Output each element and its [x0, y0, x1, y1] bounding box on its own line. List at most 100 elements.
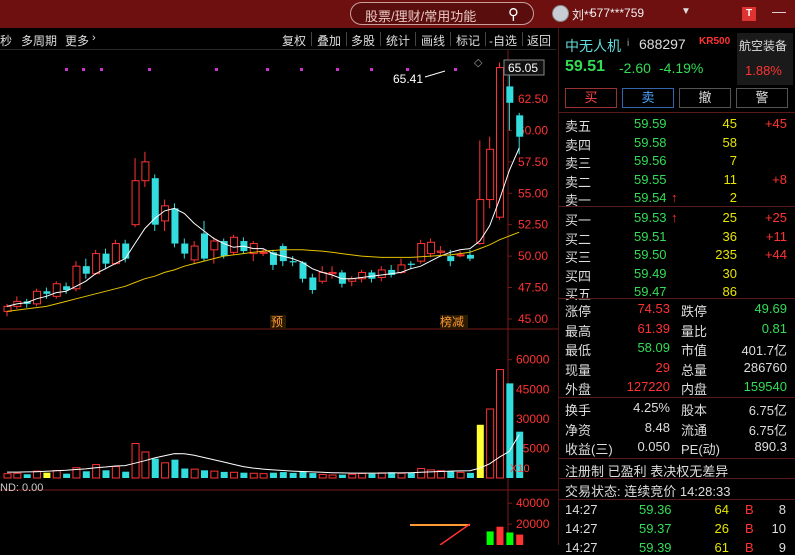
- volume-unit-label: X10: [510, 463, 530, 475]
- toolbar-remove-watchlist[interactable]: -自选: [489, 32, 517, 49]
- info-icon[interactable]: i: [627, 38, 629, 49]
- diamond-icon[interactable]: ◇: [474, 57, 483, 69]
- volume-bar: [289, 472, 297, 478]
- quote-value: 58.09: [637, 340, 670, 355]
- toolbar-stats[interactable]: 统计: [386, 32, 410, 49]
- volume-bar: [486, 408, 495, 479]
- candle-body: [111, 243, 120, 265]
- search-box[interactable]: 股票/理财/常用功能 ⚲: [350, 2, 534, 25]
- kr-badge[interactable]: KR500: [699, 36, 730, 47]
- candle-body: [141, 161, 150, 182]
- stat-label: 换手: [565, 403, 592, 418]
- volume-bar: [13, 472, 22, 479]
- tick-price: 59.36: [639, 502, 672, 517]
- volume-bar: [309, 473, 317, 478]
- quote-label: 涨停: [565, 304, 592, 319]
- candle-body: [52, 283, 61, 297]
- volume-bar: [141, 451, 150, 479]
- volume-bar: [23, 474, 31, 478]
- quote-value: 0.81: [761, 320, 787, 336]
- toolbar-more[interactable]: 更多: [65, 32, 89, 49]
- bid-change: +44: [764, 247, 787, 262]
- stat-value: 890.3: [754, 439, 787, 454]
- candle-body: [506, 86, 514, 103]
- sector-name: 航空装备: [739, 39, 788, 53]
- ask-price: 59.58: [634, 134, 667, 150]
- candle-body: [161, 205, 170, 222]
- toolbar-multi-stock[interactable]: 多股: [351, 32, 375, 49]
- trade-t-icon[interactable]: T: [742, 7, 756, 21]
- stock-name[interactable]: 中无人机: [565, 36, 621, 56]
- ask-label: 卖二: [565, 174, 592, 190]
- signal-dot: [406, 68, 409, 71]
- toolbar-overlay[interactable]: 叠加: [317, 32, 341, 49]
- tick-count: 9: [778, 540, 786, 555]
- volume-bar: [63, 473, 71, 478]
- bid-volume: 36: [722, 228, 737, 244]
- toolbar-mark[interactable]: 标记: [456, 32, 480, 49]
- candle-body: [436, 250, 445, 253]
- more-arrow-icon[interactable]: ›: [92, 32, 96, 44]
- search-input[interactable]: 股票/理财/常用功能: [365, 6, 476, 25]
- bid-volume: 86: [722, 284, 737, 299]
- signal-dot: [370, 68, 373, 71]
- bid-change: +25: [764, 210, 787, 225]
- volume-bar: [181, 468, 189, 478]
- tick-count: 10: [771, 521, 786, 536]
- volume-bar: [52, 470, 61, 479]
- volume-bar: [299, 471, 307, 478]
- candle-body: [516, 115, 524, 137]
- quote-label: 总量: [681, 362, 708, 378]
- quote-label: 内盘: [681, 382, 708, 397]
- candle-body: [309, 277, 317, 291]
- volume-bar: [92, 464, 101, 479]
- volume-bar: [368, 473, 376, 478]
- ask-volume: 2: [729, 190, 737, 205]
- volume-bar: [476, 424, 484, 478]
- tick-side: B: [745, 502, 754, 517]
- toolbar-back[interactable]: 返回: [527, 32, 551, 49]
- up-arrow-icon: ↑: [671, 210, 678, 225]
- bid-label: 买一: [565, 213, 592, 228]
- toolbar-fuquan[interactable]: 复权: [282, 32, 306, 49]
- volume-tick-label: 30000: [516, 412, 550, 426]
- sell-button[interactable]: 卖: [622, 88, 674, 108]
- buy-button[interactable]: 买: [565, 88, 617, 108]
- account-number[interactable]: 577***759: [590, 6, 644, 20]
- toolbar-multi-period[interactable]: 多周期: [21, 32, 57, 49]
- cancel-order-button[interactable]: 撤: [679, 88, 731, 108]
- candle-body: [131, 180, 140, 226]
- last-price: 59.51: [565, 58, 606, 75]
- bid-label: 买二: [565, 231, 592, 247]
- toolbar-seconds[interactable]: 秒: [0, 32, 12, 49]
- volume-bar: [496, 369, 504, 479]
- volume-tick-label: 45000: [516, 382, 550, 396]
- candle-body: [102, 253, 110, 264]
- quote-label: 现量: [565, 362, 592, 378]
- quote-value: 286760: [743, 359, 787, 375]
- bid-price: 59.47: [634, 284, 667, 299]
- search-icon[interactable]: ⚲: [508, 5, 519, 23]
- quote-label: 量比: [681, 323, 708, 339]
- toolbar-draw[interactable]: 画线: [421, 32, 445, 49]
- price-tick-label: 52.50: [518, 218, 548, 232]
- minimize-icon[interactable]: —: [772, 3, 786, 19]
- quote-panel: 中无人机 i 688297 KR500 航空装备 1.88% 59.51 -2.…: [558, 28, 795, 555]
- volume-bar: [82, 471, 90, 478]
- price-tick-label: 57.50: [518, 155, 548, 169]
- tick-volume: 64: [714, 502, 729, 517]
- volume-bar: [269, 472, 277, 478]
- price-tick-label: 50.00: [518, 249, 548, 263]
- candle-body: [407, 263, 415, 265]
- stat-value: 6.75亿: [748, 403, 787, 418]
- alert-button[interactable]: 警: [736, 88, 788, 108]
- kline-chart[interactable]: 62.5060.0057.5055.0052.5050.0047.5045.00…: [0, 50, 558, 545]
- price-tick-label: 47.50: [518, 281, 548, 295]
- volume-bar: [456, 471, 465, 479]
- chevron-down-icon[interactable]: ▼: [681, 6, 691, 17]
- volume-bar: [210, 470, 219, 479]
- avatar[interactable]: [552, 5, 569, 22]
- title-bar: 股票/理财/常用功能 ⚲ 刘** 577***759 ▼ T —: [0, 0, 795, 28]
- chart-toolbar: 秒 多周期 更多 › 复权 叠加 多股 统计 画线 标记 -自选 返回: [0, 28, 556, 50]
- sector-box[interactable]: 航空装备 1.88%: [737, 33, 793, 85]
